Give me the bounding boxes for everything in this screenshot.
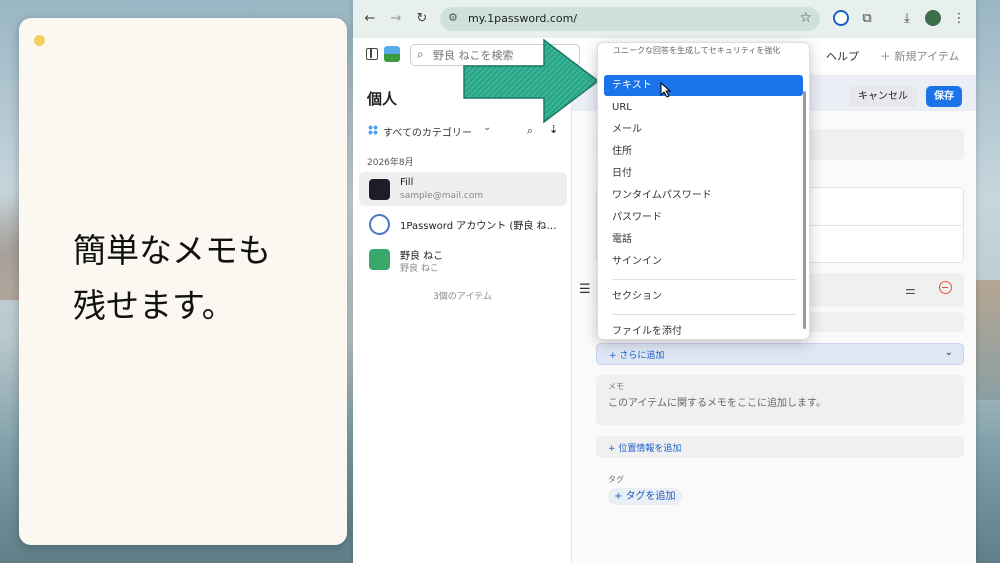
menu-divider — [613, 279, 796, 280]
bookmark-star-icon[interactable]: ☆ — [799, 10, 812, 26]
list-item-title: 1Password アカウント (野良 ね… — [400, 221, 557, 232]
note-text: 簡単なメモも 残せます。 — [73, 223, 271, 333]
month-header: 2026年8月 — [367, 158, 414, 168]
menu-item-email[interactable]: メール — [604, 119, 803, 140]
drag-handle-icon[interactable]: ☰ — [579, 282, 591, 297]
site-info-icon[interactable]: ⚙ — [448, 11, 458, 24]
menu-item-date[interactable]: 日付 — [604, 163, 803, 184]
memo-field[interactable]: メモ このアイテムに関するメモをここに追加します。 — [596, 375, 964, 425]
sort-icon[interactable]: ⇣ — [549, 123, 558, 136]
list-item[interactable]: Fill sample@mail.com — [359, 172, 567, 206]
new-item-button[interactable]: ＋ 新規アイテム — [880, 48, 959, 64]
list-item-subtitle: sample@mail.com — [400, 191, 484, 201]
help-link[interactable]: ヘルプ — [826, 48, 859, 64]
tags-label: タグ — [608, 475, 624, 484]
add-more-button[interactable]: + さらに追加 ⌄ — [596, 343, 964, 365]
menu-item-text[interactable]: テキスト — [604, 75, 803, 96]
download-icon[interactable]: ⤓ — [898, 10, 916, 28]
menu-item-url[interactable]: URL — [604, 97, 803, 118]
vault-avatar[interactable] — [384, 46, 400, 62]
forward-icon[interactable]: → — [387, 10, 405, 28]
add-tag-button[interactable]: + タグを追加 — [608, 488, 682, 505]
menu-item-attach-file[interactable]: ファイルを添付 — [604, 321, 803, 339]
menu-item-section[interactable]: セクション — [604, 286, 803, 307]
memo-label: メモ — [608, 382, 624, 391]
note-line-1: 簡単なメモも — [73, 231, 271, 270]
sidebar-toggle-icon[interactable] — [366, 48, 378, 60]
add-location-label: + 位置情報を追加 — [608, 444, 682, 454]
menu-item-otp[interactable]: ワンタイムパスワード — [604, 185, 803, 206]
settings-sliders-icon[interactable]: ⚌ — [905, 283, 916, 297]
menu-item-password[interactable]: パスワード — [604, 207, 803, 228]
sticky-note: 簡単なメモも 残せます。 — [19, 18, 347, 545]
add-field-menu: ユニークな回答を生成してセキュリティを強化 テキスト URL メール 住所 日付… — [597, 42, 810, 340]
back-icon[interactable]: ← — [361, 10, 379, 28]
menu-scrollbar[interactable] — [803, 91, 806, 329]
profile-avatar[interactable] — [925, 10, 941, 26]
reload-icon[interactable]: ↻ — [413, 10, 431, 28]
vault-title: 個人 — [367, 90, 398, 108]
address-url[interactable]: my.1password.com/ — [468, 12, 577, 25]
list-item-subtitle: 野良 ねこ — [400, 264, 439, 274]
menu-hint: ユニークな回答を生成してセキュリティを強化 — [613, 46, 781, 55]
list-item-title: 野良 ねこ — [400, 251, 444, 262]
note-close-dot[interactable] — [34, 35, 45, 46]
search-icon: ⌕ — [417, 47, 424, 61]
remove-icon[interactable] — [939, 281, 952, 294]
menu-item-phone[interactable]: 電話 — [604, 229, 803, 250]
mouse-cursor-icon — [660, 82, 672, 98]
list-item[interactable]: 1Password アカウント (野良 ね… — [359, 207, 567, 241]
add-location-button[interactable]: + 位置情報を追加 — [596, 436, 964, 458]
memo-placeholder[interactable]: このアイテムに関するメモをここに追加します。 — [608, 394, 826, 409]
menu-item-address[interactable]: 住所 — [604, 141, 803, 162]
callout-arrow — [463, 38, 600, 124]
extensions-puzzle-icon[interactable]: ⧉ — [858, 10, 876, 28]
categories-grid-icon — [368, 125, 378, 135]
onepassword-extension-icon[interactable] — [833, 10, 849, 26]
list-item-title: Fill — [400, 177, 414, 188]
note-line-2: 残せます。 — [73, 286, 235, 325]
chevron-down-icon[interactable]: ⌄ — [945, 347, 953, 358]
category-filter[interactable]: すべてのカテゴリー — [383, 124, 472, 139]
browser-toolbar: ← → ↻ ⚙ my.1password.com/ ☆ ⧉ ⤓ ⋮ — [353, 0, 976, 38]
cancel-button[interactable]: キャンセル — [849, 86, 917, 107]
menu-divider — [613, 314, 796, 315]
more-menu-icon[interactable]: ⋮ — [950, 10, 968, 28]
item-list-panel: 個人 すべてのカテゴリー ⌄ ⌕ ⇣ 2026年8月 Fill sample@m… — [353, 72, 572, 563]
list-item[interactable]: 野良 ねこ 野良 ねこ — [359, 242, 567, 276]
filter-search-icon[interactable]: ⌕ — [527, 124, 533, 138]
menu-item-signin[interactable]: サインイン — [604, 251, 803, 272]
address-bar[interactable]: ⚙ my.1password.com/ ☆ — [440, 7, 820, 31]
add-more-label: + さらに追加 — [609, 351, 665, 361]
fill-logo-icon — [369, 179, 390, 200]
onepassword-icon — [369, 214, 390, 235]
item-count: 3個のアイテム — [433, 292, 492, 302]
save-button[interactable]: 保存 — [926, 86, 962, 107]
identity-card-icon — [369, 249, 390, 270]
